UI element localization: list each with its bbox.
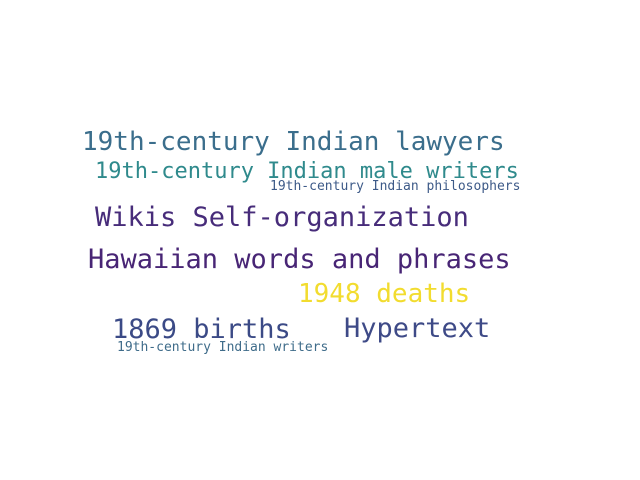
word-wikis-self-organization: Wikis Self-organization — [95, 202, 469, 233]
word-cloud: 19th-century Indian lawyers 19th-century… — [0, 0, 640, 480]
word-1869-births: 1869 births — [112, 314, 291, 345]
word-19th-century-indian-writers: 19th-century Indian writers — [117, 340, 329, 355]
word-19th-century-indian-lawyers: 19th-century Indian lawyers — [82, 127, 505, 157]
word-hypertext: Hypertext — [344, 313, 491, 344]
word-19th-century-indian-philosophers: 19th-century Indian philosophers — [270, 179, 521, 194]
word-hawaiian-words-and-phrases: Hawaiian words and phrases — [88, 244, 511, 275]
word-1948-deaths: 1948 deaths — [298, 279, 471, 309]
